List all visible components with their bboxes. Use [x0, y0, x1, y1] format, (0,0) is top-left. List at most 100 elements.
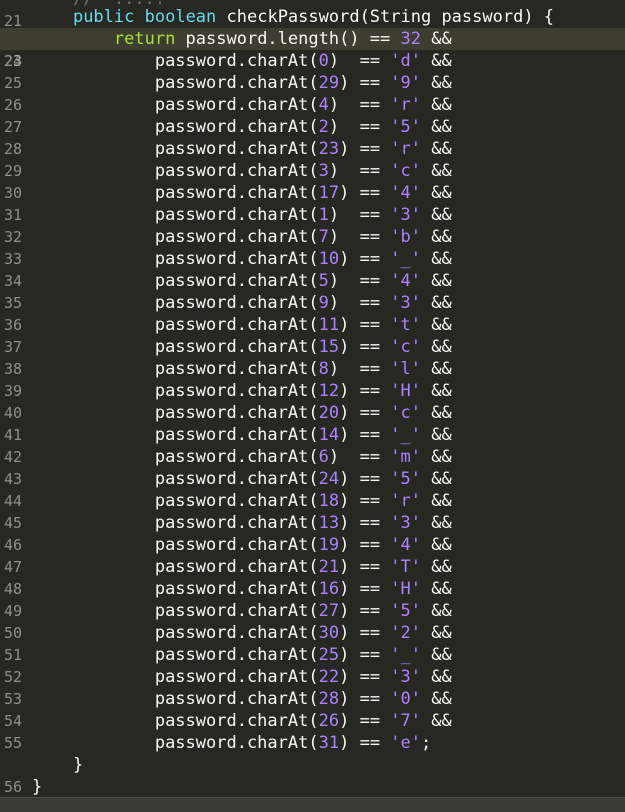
method-signature: public boolean checkPassword(String pass… — [32, 6, 554, 28]
char-literal: '3' — [390, 293, 422, 313]
code-line[interactable]: 22 public boolean checkPassword(String p… — [0, 6, 625, 48]
code-line[interactable]: 37 password.charAt(15) == 'c' && — [0, 336, 625, 358]
keyword-return: return — [113, 29, 176, 49]
line-number: 36 — [4, 316, 23, 334]
code-line[interactable]: 26 password.charAt(4) == 'r' && — [0, 94, 625, 116]
char-check: password.charAt(10) == '_' && — [154, 249, 452, 269]
char-index: 13 — [318, 513, 340, 533]
line-number: 51 — [4, 646, 23, 664]
keyword-public: public — [72, 7, 135, 27]
horizontal-scrollbar[interactable] — [0, 797, 625, 812]
code-line[interactable]: 31 password.charAt(1) == '3' && — [0, 204, 625, 226]
code-line[interactable]: 45 password.charAt(13) == '3' && — [0, 512, 625, 534]
char-literal: 'e' — [390, 733, 422, 753]
line-number: 33 — [4, 250, 23, 268]
code-line[interactable]: 47 password.charAt(21) == 'T' && — [0, 556, 625, 578]
char-index: 3 — [318, 161, 329, 181]
char-check: password.charAt(23) == 'r' && — [154, 139, 452, 159]
line-number: 28 — [4, 140, 23, 158]
code-line[interactable]: 41 password.charAt(14) == '_' && — [0, 424, 625, 446]
line-number: 55 — [4, 734, 23, 752]
line-number: 49 — [4, 602, 23, 620]
keyword-boolean: boolean — [144, 7, 217, 27]
char-check: password.charAt(16) == 'H' && — [154, 579, 452, 599]
char-literal: '3' — [390, 205, 422, 225]
code-line[interactable]: 49 password.charAt(27) == '5' && — [0, 600, 625, 622]
code-line[interactable]: 55 password.charAt(31) == 'e'; — [0, 732, 625, 754]
code-line[interactable]: 40 password.charAt(20) == 'c' && — [0, 402, 625, 424]
line-number: 39 — [4, 382, 23, 400]
code-line[interactable]: 51 password.charAt(25) == '_' && — [0, 644, 625, 666]
code-line[interactable]: 28 password.charAt(23) == 'r' && — [0, 138, 625, 160]
char-literal: '9' — [390, 73, 422, 93]
char-literal: 'c' — [390, 403, 422, 423]
char-literal: 't' — [390, 315, 422, 335]
line-number: 35 — [4, 294, 23, 312]
char-literal: 'c' — [390, 161, 422, 181]
line-number: 27 — [4, 118, 23, 136]
code-line[interactable]: 34 password.charAt(5) == '4' && — [0, 270, 625, 292]
line-number: 34 — [4, 272, 23, 290]
code-line[interactable]: 50 password.charAt(30) == '2' && — [0, 622, 625, 644]
char-index: 9 — [318, 293, 329, 313]
char-check: password.charAt(6) == 'm' && — [154, 447, 452, 467]
line-number: 54 — [4, 712, 23, 730]
char-check: password.charAt(5) == '4' && — [154, 271, 452, 291]
char-index: 2 — [318, 117, 329, 137]
char-check: password.charAt(0) == 'd' && — [154, 51, 452, 71]
char-literal: '0' — [390, 689, 422, 709]
line-number: 31 — [4, 206, 23, 224]
code-line[interactable]: 25 password.charAt(29) == '9' && — [0, 72, 625, 94]
code-line[interactable]: 56 } — [0, 754, 625, 796]
line-number: 50 — [4, 624, 23, 642]
code-line[interactable]: 42 password.charAt(6) == 'm' && — [0, 446, 625, 468]
signature-rest: checkPassword(String password) { — [216, 7, 555, 27]
code-line[interactable]: 30 password.charAt(17) == '4' && — [0, 182, 625, 204]
char-literal: 'H' — [390, 579, 422, 599]
code-line[interactable]: 48 password.charAt(16) == 'H' && — [0, 578, 625, 600]
code-line[interactable]: 54 password.charAt(26) == '7' && — [0, 710, 625, 732]
code-line[interactable]: 57 } — [0, 776, 625, 812]
code-line[interactable]: 29 password.charAt(3) == 'c' && — [0, 160, 625, 182]
char-literal: '_' — [390, 249, 422, 269]
closing-brace: } — [72, 755, 84, 775]
char-index: 11 — [318, 315, 340, 335]
code-line[interactable]: 39 password.charAt(12) == 'H' && — [0, 380, 625, 402]
code-line[interactable]: 27 password.charAt(2) == '5' && — [0, 116, 625, 138]
char-check: password.charAt(24) == '5' && — [154, 469, 452, 489]
char-literal: 'r' — [390, 95, 422, 115]
char-check: password.charAt(11) == 't' && — [154, 315, 452, 335]
char-check: password.charAt(14) == '_' && — [154, 425, 452, 445]
code-line[interactable]: 36 password.charAt(11) == 't' && — [0, 314, 625, 336]
char-index: 29 — [318, 73, 340, 93]
code-line[interactable]: 52 password.charAt(22) == '3' && — [0, 666, 625, 688]
char-index: 26 — [318, 711, 340, 731]
char-literal: 'l' — [390, 359, 422, 379]
line-number: 29 — [4, 162, 23, 180]
char-literal: '_' — [390, 645, 422, 665]
current-code-line[interactable]: 23 return password.length() == 32 && — [0, 28, 625, 70]
code-line[interactable]: 32 password.charAt(7) == 'b' && — [0, 226, 625, 248]
char-index: 10 — [318, 249, 340, 269]
code-line[interactable]: 53 password.charAt(28) == '0' && — [0, 688, 625, 710]
char-index: 8 — [318, 359, 329, 379]
char-check: password.charAt(7) == 'b' && — [154, 227, 452, 247]
char-literal: '7' — [390, 711, 422, 731]
code-line[interactable]: 24 password.charAt(0) == 'd' && — [0, 50, 625, 72]
char-check: password.charAt(9) == '3' && — [154, 293, 452, 313]
code-line[interactable]: 44 password.charAt(18) == 'r' && — [0, 490, 625, 512]
code-line[interactable]: 33 password.charAt(10) == '_' && — [0, 248, 625, 270]
code-line[interactable]: 35 password.charAt(9) == '3' && — [0, 292, 625, 314]
code-line[interactable]: 46 password.charAt(19) == '4' && — [0, 534, 625, 556]
char-literal: 'm' — [390, 447, 422, 467]
code-line[interactable]: 43 password.charAt(24) == '5' && — [0, 468, 625, 490]
char-index: 24 — [318, 469, 340, 489]
code-line[interactable]: 38 password.charAt(8) == 'l' && — [0, 358, 625, 380]
char-check: password.charAt(2) == '5' && — [154, 117, 452, 137]
char-literal: '4' — [390, 271, 422, 291]
char-index: 25 — [318, 645, 340, 665]
char-index: 15 — [318, 337, 340, 357]
line-number: 44 — [4, 492, 23, 510]
code-editor[interactable]: 21 // ..... 22 public boolean checkPassw… — [0, 0, 625, 812]
char-literal: '3' — [390, 667, 422, 687]
